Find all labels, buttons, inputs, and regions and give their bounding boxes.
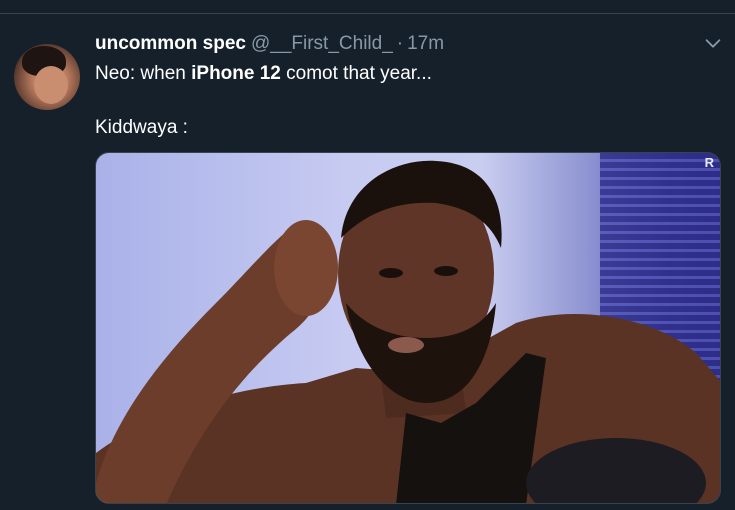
chevron-down-icon[interactable] — [702, 32, 724, 54]
display-name[interactable]: uncommon spec — [95, 33, 246, 55]
tweet-media-image[interactable]: R — [95, 152, 721, 504]
timestamp[interactable]: 17m — [407, 33, 444, 55]
avatar[interactable] — [14, 44, 80, 110]
media-corner-mark: R — [704, 155, 714, 170]
tweet[interactable]: uncommon spec @__First_Child_ · 17m Neo:… — [0, 14, 735, 510]
tweet-text-line2: Kiddwaya : — [95, 117, 188, 138]
tweet-header: uncommon spec @__First_Child_ · 17m — [95, 33, 444, 57]
separator: · — [396, 33, 404, 54]
man-photo — [96, 160, 720, 503]
user-handle[interactable]: @__First_Child_ — [251, 33, 393, 55]
tweet-text-line1: Neo: when iPhone 12 comot that year... — [95, 63, 432, 84]
